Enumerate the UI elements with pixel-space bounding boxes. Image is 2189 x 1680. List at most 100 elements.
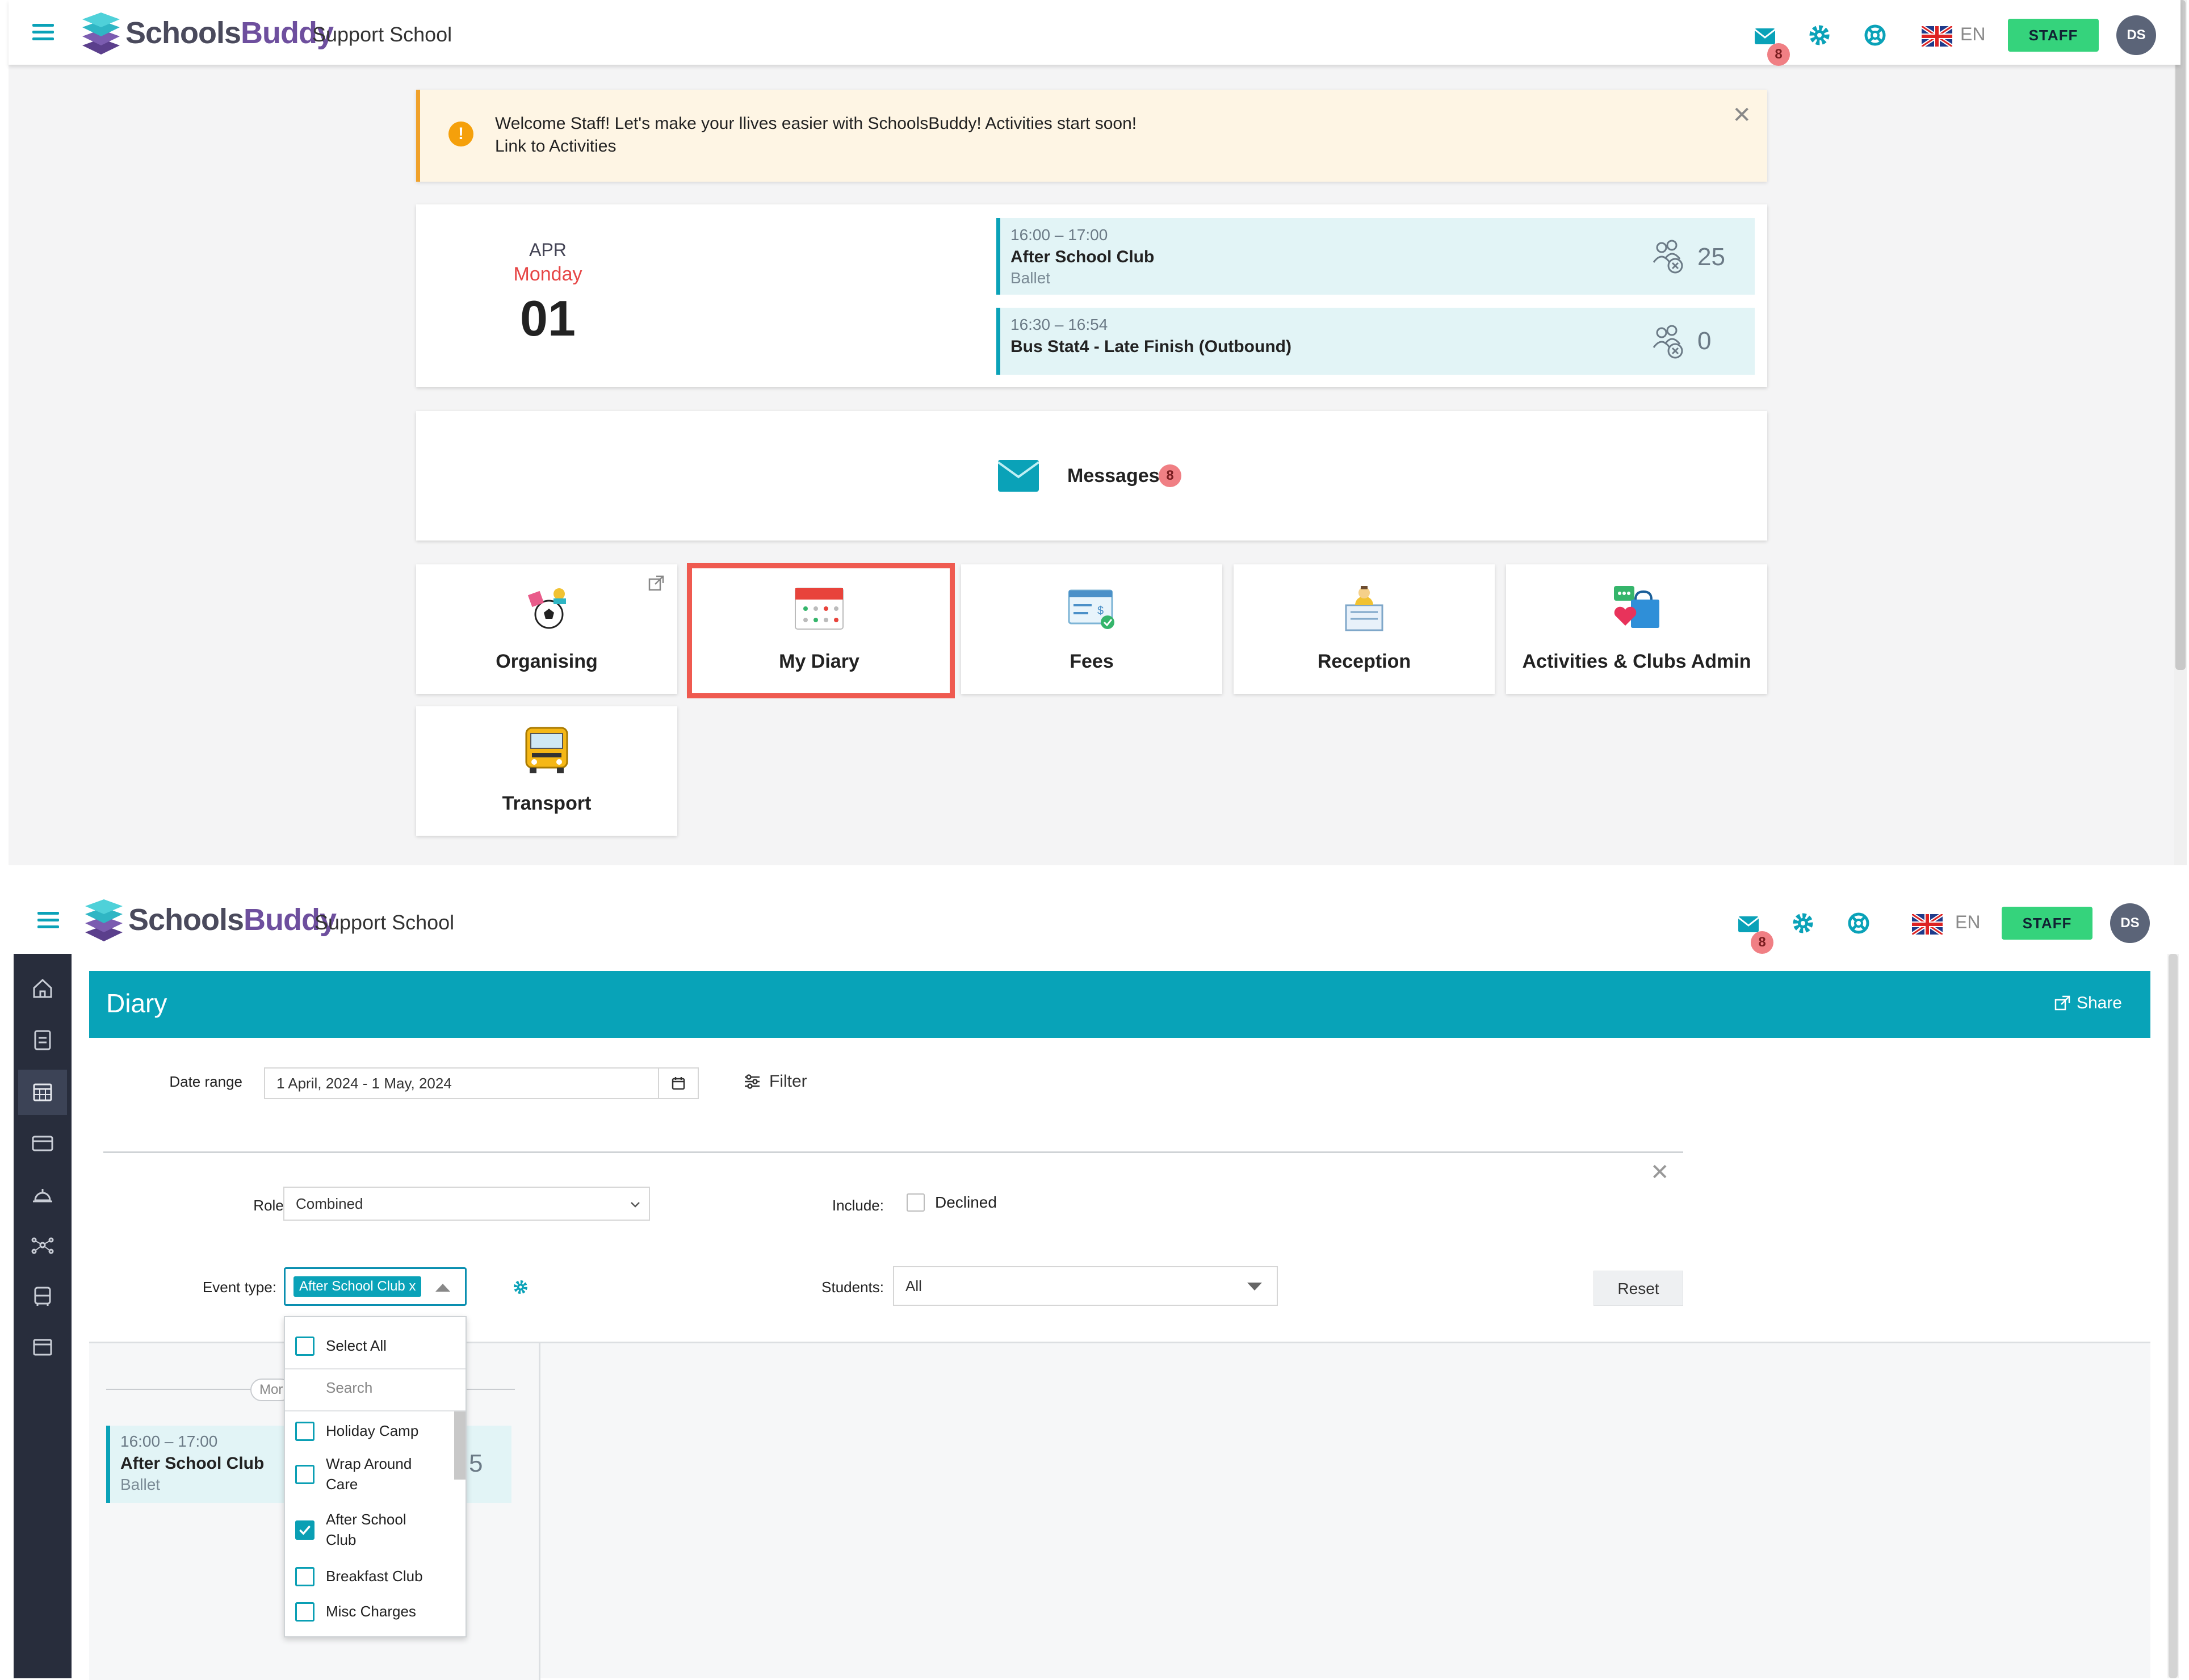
filter-button[interactable]: Filter xyxy=(743,1072,807,1091)
event-title: Bus Stat4 - Late Finish (Outbound) xyxy=(1010,337,1291,356)
network-icon[interactable] xyxy=(30,1232,56,1258)
role-select[interactable]: Combined xyxy=(283,1187,650,1221)
uk-flag-icon[interactable] xyxy=(1912,914,1943,935)
logo-mark-icon xyxy=(85,899,123,941)
calendar-icon[interactable] xyxy=(30,1079,56,1105)
declined-checkbox[interactable] xyxy=(907,1193,925,1212)
window-icon[interactable] xyxy=(30,1334,56,1360)
top-header: SchoolsBuddy Support School 8 EN STAFF D… xyxy=(14,887,2175,954)
event-time: 16:00 – 17:00 xyxy=(120,1432,218,1450)
menu-icon[interactable] xyxy=(32,24,54,41)
sports-ball-icon xyxy=(527,588,566,629)
event-time: 16:00 – 17:00 xyxy=(1010,226,1108,244)
dropdown-search-input[interactable]: Search xyxy=(326,1377,372,1398)
logo-text: SchoolsBuddy xyxy=(125,16,334,50)
dropdown-scrollbar-thumb[interactable] xyxy=(454,1411,466,1480)
option-label[interactable]: Misc Charges xyxy=(326,1601,462,1622)
option-label[interactable]: Holiday Camp xyxy=(326,1421,451,1441)
event-title: After School Club xyxy=(120,1454,265,1473)
event-title: After School Club xyxy=(1010,248,1155,266)
tile-transport[interactable]: Transport xyxy=(416,706,677,836)
welcome-alert: ! Welcome Staff! Let's make your llives … xyxy=(416,90,1767,182)
event-attendee-count: 0 xyxy=(1697,327,1712,355)
home-icon[interactable] xyxy=(30,975,56,1002)
event-card[interactable]: 16:00 – 17:00 After School Club Ballet 2… xyxy=(996,218,1755,295)
tile-fees[interactable]: $ Fees xyxy=(961,564,1222,694)
svg-text:$: $ xyxy=(1097,605,1104,617)
reception-bell-icon xyxy=(1345,586,1383,631)
help-lifebuoy-icon[interactable] xyxy=(1846,911,1871,936)
tile-activities-clubs-admin[interactable]: Activities & Clubs Admin xyxy=(1506,564,1767,694)
select-all-label[interactable]: Select All xyxy=(326,1335,387,1356)
sliders-icon xyxy=(745,1074,760,1089)
gear-icon[interactable] xyxy=(1790,911,1815,936)
mail-count-badge: 8 xyxy=(1751,931,1773,954)
mail-count-badge: 8 xyxy=(1767,43,1790,66)
option-checkbox[interactable] xyxy=(295,1602,314,1622)
share-button[interactable]: Share xyxy=(2054,994,2122,1013)
tile-organising[interactable]: Organising xyxy=(416,564,677,694)
option-checkbox-checked[interactable] xyxy=(295,1520,314,1540)
tile-label: Transport xyxy=(502,793,592,814)
close-filters-icon[interactable]: ✕ xyxy=(1650,1159,1670,1185)
staff-role-button[interactable]: STAFF xyxy=(2002,907,2092,940)
external-link-icon[interactable] xyxy=(648,575,665,592)
caret-down-icon xyxy=(1247,1283,1262,1291)
option-checkbox[interactable] xyxy=(295,1422,314,1441)
calendar-icon xyxy=(672,1077,685,1090)
tile-label: Reception xyxy=(1317,651,1411,672)
today-card: APR Monday 01 16:00 – 17:00 After School… xyxy=(416,204,1767,387)
logo[interactable]: SchoolsBuddy xyxy=(84,897,337,942)
select-all-checkbox[interactable] xyxy=(295,1337,314,1356)
language-label[interactable]: EN xyxy=(1960,24,1985,45)
students-label: Students: xyxy=(821,1279,884,1296)
staff-role-button[interactable]: STAFF xyxy=(2008,19,2099,52)
bus-icon[interactable] xyxy=(30,1283,56,1309)
date-range-input[interactable]: 1 April, 2024 - 1 May, 2024 xyxy=(264,1067,661,1099)
students-select[interactable]: All xyxy=(893,1266,1278,1306)
clubs-admin-icon xyxy=(1614,586,1659,628)
remove-tag-icon[interactable]: x xyxy=(409,1279,416,1294)
include-label: Include: xyxy=(832,1197,884,1214)
activities-link[interactable]: Activities xyxy=(549,137,616,156)
gear-icon[interactable] xyxy=(512,1279,529,1296)
avatar[interactable]: DS xyxy=(2110,903,2150,943)
bell-icon[interactable] xyxy=(30,1181,56,1207)
role-label: Role: xyxy=(253,1197,288,1214)
attendees-icon xyxy=(1653,240,1683,274)
option-checkbox[interactable] xyxy=(295,1465,314,1484)
messages-card[interactable]: Messages 8 xyxy=(416,411,1767,541)
event-subtitle: Ballet xyxy=(1010,269,1051,287)
close-icon[interactable]: ✕ xyxy=(1732,102,1751,128)
event-attendee-count: 25 xyxy=(1697,243,1725,271)
uk-flag-icon[interactable] xyxy=(1922,26,1952,47)
tile-reception[interactable]: Reception xyxy=(1234,564,1495,694)
logo[interactable]: SchoolsBuddy xyxy=(81,10,334,56)
home-screen: SchoolsBuddy Support School 8 EN STAFF D… xyxy=(0,0,2189,865)
page-title: Diary xyxy=(106,988,167,1018)
credit-card-icon[interactable] xyxy=(30,1130,56,1156)
option-label[interactable]: Breakfast Club xyxy=(326,1566,462,1586)
menu-icon[interactable] xyxy=(37,912,59,929)
clipboard-icon[interactable] xyxy=(30,1027,56,1053)
side-nav xyxy=(14,954,72,1678)
selected-event-type-tag[interactable]: After School Club x xyxy=(293,1276,422,1297)
language-label[interactable]: EN xyxy=(1955,912,1980,933)
calendar-picker-button[interactable] xyxy=(658,1067,699,1099)
school-name: Support School xyxy=(314,911,455,934)
tile-label: Organising xyxy=(496,651,598,672)
event-type-select[interactable]: After School Club x xyxy=(284,1267,467,1306)
option-label[interactable]: Wrap Around Care xyxy=(326,1453,439,1494)
caret-up-icon[interactable] xyxy=(434,1281,451,1293)
check-icon xyxy=(299,1525,311,1535)
reset-button[interactable]: Reset xyxy=(1593,1271,1683,1306)
event-card[interactable]: 16:30 – 16:54 Bus Stat4 - Late Finish (O… xyxy=(996,308,1755,375)
option-checkbox[interactable] xyxy=(295,1567,314,1586)
gear-icon[interactable] xyxy=(1807,23,1832,48)
event-type-dropdown: Select All Search Holiday Camp Wrap Arou… xyxy=(284,1316,467,1637)
help-lifebuoy-icon[interactable] xyxy=(1863,23,1888,48)
option-label[interactable]: After School Club xyxy=(326,1509,439,1550)
avatar[interactable]: DS xyxy=(2116,15,2156,55)
scrollbar-thumb[interactable] xyxy=(2175,0,2186,670)
scrollbar-thumb[interactable] xyxy=(2169,954,2178,1678)
